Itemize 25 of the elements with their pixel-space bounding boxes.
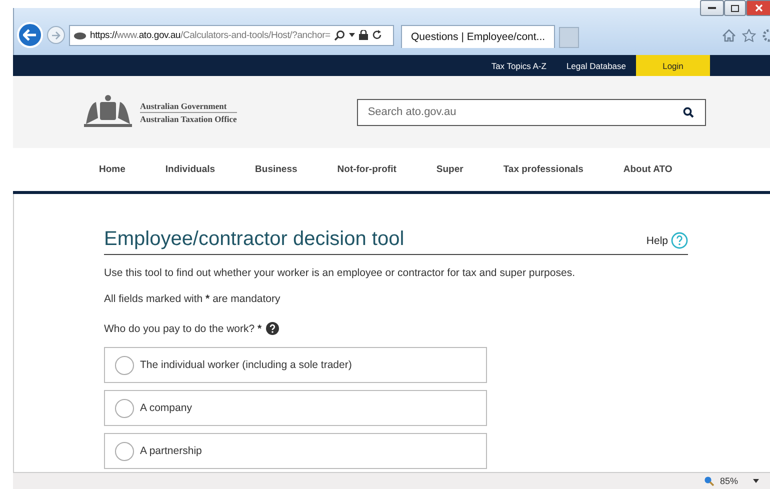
nav-link[interactable]: Tax professionals <box>503 164 584 175</box>
page-title: Employee/contractor decision tool <box>104 228 404 251</box>
login-button[interactable]: Login <box>636 55 710 76</box>
nav-link[interactable]: About ATO <box>623 164 672 175</box>
intro-text: Use this tool to find out whether your worker is an employee or contractor for tax and super purposes. <box>104 267 576 279</box>
top-link[interactable]: Tax Topics A-Z <box>481 55 556 76</box>
logo-text: Australian Government <box>140 100 237 112</box>
nav-link[interactable]: Business <box>255 164 298 175</box>
nav-link[interactable]: Home <box>99 164 126 175</box>
answer-option[interactable]: A partnership <box>104 433 487 469</box>
search-field[interactable]: Search ato.gov.au <box>356 98 706 126</box>
nav-link[interactable]: Super <box>436 164 464 175</box>
nav-link[interactable]: Individuals <box>165 164 216 175</box>
url-text: https://www.ato.gov.au/Calculators-and-tools/Host/?anchor= <box>90 30 330 40</box>
question-label: Who do you pay to do the work? * <box>104 322 262 334</box>
address-field[interactable]: https://www.ato.gov.au/Calculators-and-tools/Host/?anchor= <box>69 24 394 46</box>
logo-text: Australian Taxation Office <box>140 112 237 124</box>
mandatory-note: All fields marked with * are mandatory <box>104 293 282 305</box>
top-link[interactable]: Legal Database <box>556 55 636 76</box>
answer-option[interactable]: A company <box>104 390 487 426</box>
nav-link[interactable]: Not-for-profit <box>337 164 396 175</box>
answer-option[interactable]: The individual worker (including a sole trader) <box>104 347 487 383</box>
browser-tab[interactable]: Questions | Employee/cont... <box>401 25 555 48</box>
zoom-level: 85% <box>720 476 738 486</box>
help-link[interactable]: Help <box>646 232 688 251</box>
